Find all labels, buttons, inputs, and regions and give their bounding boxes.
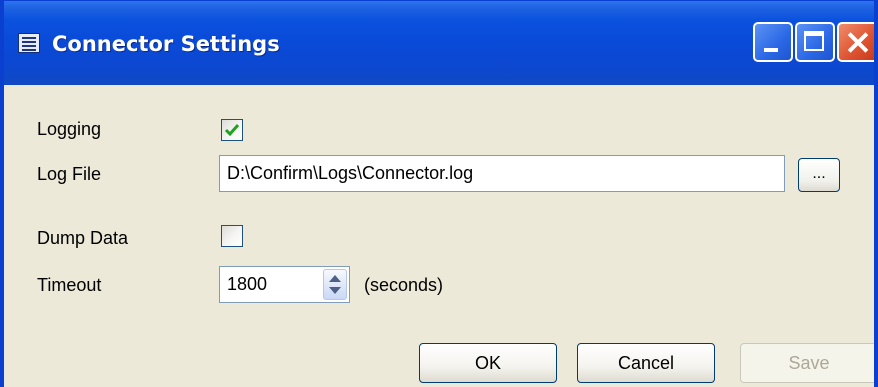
timeout-input[interactable]: 1800 xyxy=(227,267,267,302)
log-file-label: Log File xyxy=(37,164,102,184)
timeout-unit-label: (seconds) xyxy=(364,275,444,295)
timeout-label: Timeout xyxy=(37,275,102,295)
window-title: Connector Settings xyxy=(52,32,280,56)
close-button[interactable] xyxy=(837,22,874,62)
logging-checkbox[interactable] xyxy=(221,119,243,141)
timeout-stepper[interactable]: 1800 xyxy=(219,266,350,303)
spin-up-icon[interactable] xyxy=(329,275,341,282)
list-window-icon[interactable] xyxy=(18,33,40,53)
spin-buttons[interactable] xyxy=(323,269,347,300)
dump-data-label: Dump Data xyxy=(37,228,129,248)
connector-settings-window: Connector Settings Logging Log File D:\C… xyxy=(0,0,878,387)
browse-button[interactable]: ... xyxy=(798,158,840,192)
checkmark-icon xyxy=(224,124,240,137)
logging-label: Logging xyxy=(37,119,102,139)
spin-down-icon[interactable] xyxy=(329,287,341,294)
title-bar[interactable]: Connector Settings xyxy=(4,1,874,85)
ok-button[interactable]: OK xyxy=(419,343,557,383)
save-button[interactable]: Save xyxy=(740,343,874,383)
maximize-button[interactable] xyxy=(795,22,835,62)
cancel-button[interactable]: Cancel xyxy=(577,343,715,383)
log-file-input[interactable]: D:\Confirm\Logs\Connector.log xyxy=(219,155,785,192)
dump-data-checkbox[interactable] xyxy=(221,225,243,247)
minimize-button[interactable] xyxy=(753,22,793,62)
settings-form: Logging Log File D:\Confirm\Logs\Connect… xyxy=(4,85,874,387)
